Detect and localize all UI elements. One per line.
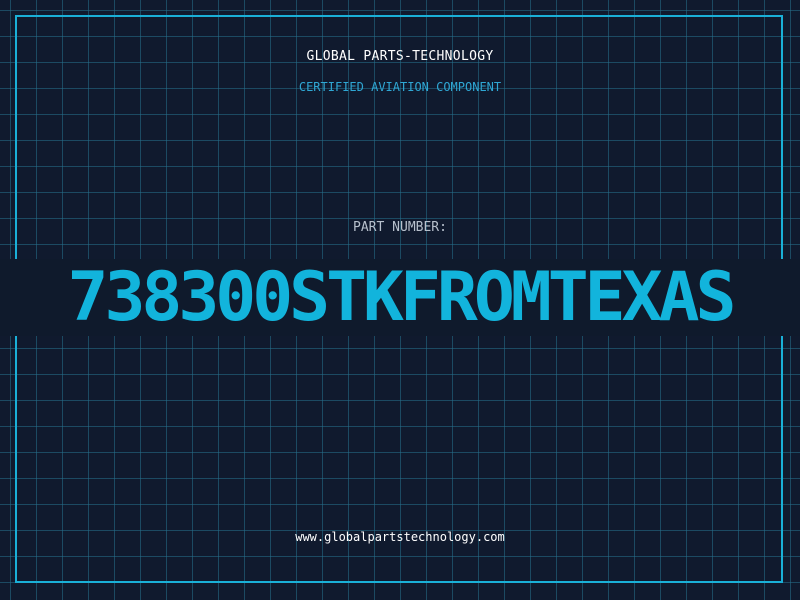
company-name: GLOBAL PARTS-TECHNOLOGY xyxy=(306,49,494,64)
part-number-band: 738300STKFROMTEXAS xyxy=(0,259,800,336)
website-url: www.globalpartstechnology.com xyxy=(295,530,505,544)
part-number-value: 738300STKFROMTEXAS xyxy=(67,259,737,336)
part-number-label: PART NUMBER: xyxy=(353,220,447,235)
certification-subtitle: CERTIFIED AVIATION COMPONENT xyxy=(298,80,502,94)
